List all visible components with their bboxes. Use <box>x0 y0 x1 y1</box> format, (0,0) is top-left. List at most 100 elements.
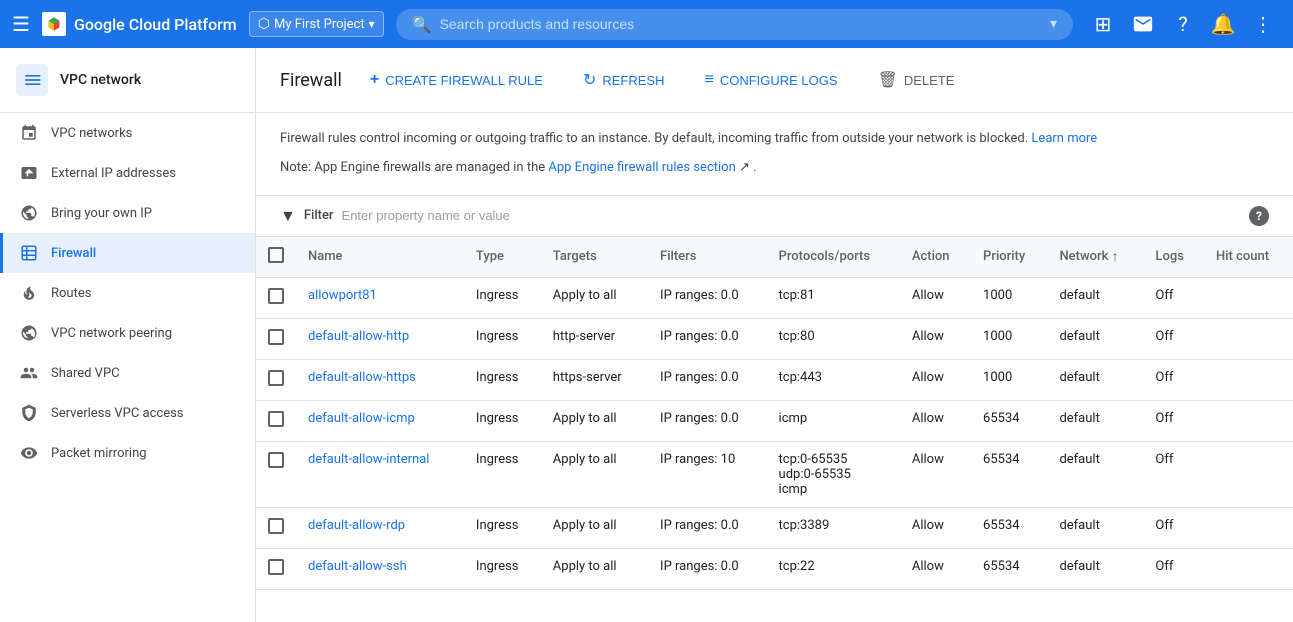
sidebar-item-label: Packet mirroring <box>51 446 147 461</box>
rule-name-link[interactable]: default-allow-https <box>308 370 416 385</box>
sidebar-header-icon <box>16 64 48 96</box>
row-filters: IP ranges: 0.0 <box>648 277 767 318</box>
main-content: Firewall + CREATE FIREWALL RULE ↻ REFRES… <box>256 48 1293 622</box>
row-action: Allow <box>900 441 971 507</box>
table-row: default-allow-icmp Ingress Apply to all … <box>256 400 1293 441</box>
col-priority: Priority <box>971 237 1047 278</box>
sidebar-item-label: Routes <box>51 286 91 301</box>
row-targets: https-server <box>541 359 648 400</box>
apps-button[interactable]: ⊞ <box>1085 6 1121 42</box>
sidebar-item-firewall[interactable]: Firewall <box>0 233 255 273</box>
project-selector[interactable]: ⬡ My First Project ▾ <box>249 11 384 37</box>
configure-logs-button[interactable]: ≡ CONFIGURE LOGS <box>692 65 849 95</box>
rule-name-link[interactable]: default-allow-http <box>308 329 409 344</box>
col-protocols: Protocols/ports <box>767 237 900 278</box>
row-select-checkbox[interactable] <box>268 288 284 304</box>
row-select-checkbox[interactable] <box>268 370 284 386</box>
learn-more-link[interactable]: Learn more <box>1031 131 1097 146</box>
row-targets: Apply to all <box>541 400 648 441</box>
row-protocols: tcp:80 <box>767 318 900 359</box>
menu-icon[interactable]: ☰ <box>12 12 30 36</box>
firewall-icon <box>19 243 39 263</box>
rule-name-link[interactable]: default-allow-icmp <box>308 411 415 426</box>
row-select-checkbox[interactable] <box>268 518 284 534</box>
row-logs: Off <box>1143 359 1204 400</box>
app-engine-link[interactable]: App Engine firewall rules section <box>548 160 735 175</box>
refresh-label: REFRESH <box>602 73 664 88</box>
filter-help-icon[interactable]: ? <box>1249 206 1269 226</box>
row-select-checkbox[interactable] <box>268 411 284 427</box>
main-layout: VPC network VPC networks External IP add… <box>0 48 1293 622</box>
sidebar-title: VPC network <box>60 72 141 88</box>
help-button[interactable]: ? <box>1165 6 1201 42</box>
notifications-button[interactable]: 🔔 <box>1205 6 1241 42</box>
sidebar-item-vpc-networks[interactable]: VPC networks <box>0 113 255 153</box>
sidebar-item-serverless[interactable]: Serverless VPC access <box>0 393 255 433</box>
search-icon: 🔍 <box>412 15 432 34</box>
row-priority: 65534 <box>971 400 1047 441</box>
create-firewall-rule-button[interactable]: + CREATE FIREWALL RULE <box>358 65 555 95</box>
row-type: Ingress <box>464 441 541 507</box>
gcp-logo-icon <box>42 12 66 36</box>
app-title: Google Cloud Platform <box>74 15 237 34</box>
select-all-checkbox[interactable] <box>268 247 284 263</box>
serverless-icon <box>19 403 39 423</box>
row-priority: 65534 <box>971 507 1047 548</box>
sidebar-item-label: VPC network peering <box>51 326 172 341</box>
col-network[interactable]: Network ↑ <box>1047 237 1143 278</box>
row-protocols: icmp <box>767 400 900 441</box>
col-checkbox <box>256 237 296 278</box>
search-expand-icon[interactable]: ▾ <box>1050 16 1057 32</box>
row-hit-count <box>1204 277 1293 318</box>
row-protocols: tcp:81 <box>767 277 900 318</box>
project-dropdown-icon: ▾ <box>369 17 375 31</box>
project-icon: ⬡ <box>258 16 270 32</box>
row-filters: IP ranges: 0.0 <box>648 548 767 589</box>
vpc-networks-icon <box>19 123 39 143</box>
row-priority: 1000 <box>971 277 1047 318</box>
rule-name-link[interactable]: default-allow-ssh <box>308 559 407 574</box>
rule-name-link[interactable]: default-allow-internal <box>308 452 429 467</box>
row-name: default-allow-ssh <box>296 548 464 589</box>
search-input[interactable] <box>440 16 1042 32</box>
sidebar-item-shared-vpc[interactable]: Shared VPC <box>0 353 255 393</box>
table-row: default-allow-https Ingress https-server… <box>256 359 1293 400</box>
row-filters: IP ranges: 0.0 <box>648 507 767 548</box>
more-options-button[interactable]: ⋮ <box>1245 6 1281 42</box>
rule-name-link[interactable]: default-allow-rdp <box>308 518 405 533</box>
filter-input[interactable] <box>342 208 1241 223</box>
row-hit-count <box>1204 400 1293 441</box>
row-select-checkbox[interactable] <box>268 329 284 345</box>
row-priority: 1000 <box>971 359 1047 400</box>
row-logs: Off <box>1143 507 1204 548</box>
support-button[interactable] <box>1125 6 1161 42</box>
col-targets: Targets <box>541 237 648 278</box>
sidebar: VPC network VPC networks External IP add… <box>0 48 256 622</box>
plus-icon: + <box>370 71 379 89</box>
row-protocols: tcp:3389 <box>767 507 900 548</box>
refresh-button[interactable]: ↻ REFRESH <box>571 64 677 96</box>
sidebar-item-bring-your-own[interactable]: Bring your own IP <box>0 193 255 233</box>
sidebar-item-external-ip[interactable]: External IP addresses <box>0 153 255 193</box>
row-select-checkbox[interactable] <box>268 559 284 575</box>
row-action: Allow <box>900 548 971 589</box>
row-priority: 1000 <box>971 318 1047 359</box>
rule-name-link[interactable]: allowport81 <box>308 288 377 303</box>
refresh-icon: ↻ <box>583 70 596 90</box>
page-header: Firewall + CREATE FIREWALL RULE ↻ REFRES… <box>256 48 1293 113</box>
sidebar-item-label: Bring your own IP <box>51 206 152 221</box>
search-bar[interactable]: 🔍 ▾ <box>396 9 1073 40</box>
info-text-2: Note: App Engine firewalls are managed i… <box>280 158 1269 179</box>
external-ip-icon <box>19 163 39 183</box>
sidebar-item-packet-mirroring[interactable]: Packet mirroring <box>0 433 255 473</box>
sidebar-item-routes[interactable]: Routes <box>0 273 255 313</box>
row-select-checkbox[interactable] <box>268 452 284 468</box>
col-type: Type <box>464 237 541 278</box>
col-filters: Filters <box>648 237 767 278</box>
sidebar-item-peering[interactable]: VPC network peering <box>0 313 255 353</box>
row-network: default <box>1047 318 1143 359</box>
page-title: Firewall <box>280 70 342 91</box>
info-text-1: Firewall rules control incoming or outgo… <box>280 129 1269 150</box>
row-action: Allow <box>900 359 971 400</box>
delete-button[interactable]: 🗑 DELETE <box>866 64 967 96</box>
